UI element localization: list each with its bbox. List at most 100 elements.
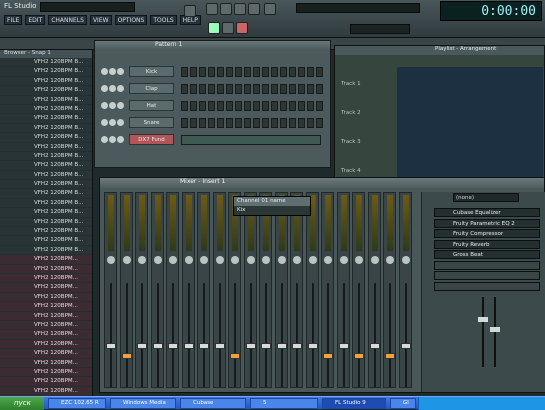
pan-knob[interactable] [293,256,301,264]
pan-knob[interactable] [386,256,394,264]
menu-channels[interactable]: CHANNELS [48,15,87,25]
step-button[interactable] [235,67,242,77]
taskbar-task[interactable]: Gl [390,398,416,409]
taskbar-task[interactable]: Cubase [180,398,246,409]
channel-mute-icon[interactable] [101,119,108,126]
pan-knob[interactable] [339,256,348,264]
step-button[interactable] [190,84,197,94]
piano-roll-preview[interactable] [181,135,321,145]
taskbar-task[interactable]: FL Studio 9 [322,398,386,409]
pan-knob[interactable] [262,256,270,264]
volume-fader[interactable] [230,353,240,359]
pattern-mode-button[interactable] [206,3,218,15]
browser-item[interactable]: VFH2 120BPM... [0,367,92,378]
step-button[interactable] [253,84,260,94]
browser-item[interactable]: VFH2 120BPM... [0,330,92,340]
step-button[interactable] [280,84,287,94]
step-button[interactable] [190,101,197,111]
volume-fader[interactable] [385,353,395,359]
channel-knob[interactable] [117,85,124,92]
channel-button[interactable]: Kick [129,66,174,77]
pan-knob[interactable] [231,256,239,264]
pan-knob[interactable] [200,256,208,264]
step-button[interactable] [316,118,323,128]
browser-item[interactable]: VFH2 120BPM B... [0,180,92,190]
browser-item[interactable]: VFH2 120BPM B... [0,161,92,171]
step-button[interactable] [316,101,323,111]
step-button[interactable] [280,67,287,77]
start-button[interactable]: пуск [0,397,44,410]
volume-fader[interactable] [199,343,209,349]
channel-knob[interactable] [117,68,124,75]
browser-item[interactable]: VFH2 120BPM B... [0,236,92,246]
effect-slot[interactable]: Fruity Compressor [434,229,540,238]
pan-knob[interactable] [153,256,162,264]
volume-fader[interactable] [121,353,132,359]
step-button[interactable] [181,84,188,94]
step-button[interactable] [262,84,269,94]
volume-fader[interactable] [307,343,318,349]
browser-item[interactable]: VFH2 120BPM B... [0,199,92,209]
browser-item[interactable]: VFH2 120BPM... [0,302,92,312]
popup-item-channel-name[interactable]: Channel 01 name [234,197,310,206]
volume-fader[interactable] [292,343,302,349]
channel-knob[interactable] [117,102,124,109]
channel-mute-icon[interactable] [101,102,108,109]
channel-knob[interactable] [117,119,124,126]
browser-item[interactable]: VFH2 120BPM... [0,386,92,397]
step-button[interactable] [298,118,305,128]
browser-item[interactable]: VFH2 120BPM B... [0,171,92,181]
menu-tools[interactable]: TOOLS [150,15,177,25]
send-fader[interactable] [478,317,488,322]
pan-knob[interactable] [215,256,224,264]
browser-item[interactable]: VFH2 120BPM... [0,377,92,387]
step-button[interactable] [271,67,278,77]
browser-item[interactable]: VFH2 120BPM... [0,255,92,265]
volume-fader[interactable] [354,353,364,359]
channel-mute-icon[interactable] [101,136,108,143]
step-button[interactable] [262,118,269,128]
browser-item[interactable]: VFH2 120BPM B... [0,114,92,124]
step-button[interactable] [217,84,224,94]
taskbar-task[interactable]: 5 [250,398,318,409]
pan-knob[interactable] [370,256,379,264]
step-button[interactable] [316,84,323,94]
pan-knob[interactable] [184,256,193,264]
step-button[interactable] [298,84,305,94]
step-button[interactable] [271,118,278,128]
step-button[interactable] [262,101,269,111]
step-button[interactable] [298,67,305,77]
step-button[interactable] [199,67,206,77]
effect-slot[interactable]: Fruity Parametric EQ 2 [434,218,540,228]
pan-knob[interactable] [107,256,115,264]
channel-mute-icon[interactable] [101,68,108,75]
volume-fader[interactable] [338,343,349,349]
pan-knob[interactable] [277,256,286,264]
taskbar-task[interactable]: EZC 102.65 R [48,398,106,409]
effect-slot[interactable] [434,260,540,270]
blend-button[interactable] [264,3,276,15]
browser-item[interactable]: VFH2 120BPM B... [0,227,92,237]
taskbar-task[interactable]: Windows Media [110,398,176,409]
step-button[interactable] [307,101,314,111]
volume-fader[interactable] [137,343,147,349]
step-button[interactable] [289,84,296,94]
pan-knob[interactable] [324,256,332,264]
volume-fader[interactable] [245,343,256,349]
step-button[interactable] [235,118,242,128]
browser-item[interactable]: VFH2 120BPM B... [0,208,92,218]
volume-fader[interactable] [214,343,225,349]
typing-keyboard-button[interactable] [234,3,246,15]
step-button[interactable] [244,101,251,111]
pan-knob[interactable] [122,256,131,264]
browser-item[interactable]: VFH2 120BPM B... [0,246,92,256]
channel-button[interactable]: Snare [129,117,174,128]
step-button[interactable] [208,118,215,128]
step-button[interactable] [190,67,197,77]
step-button[interactable] [253,67,260,77]
channel-knob[interactable] [109,119,116,126]
browser-item[interactable]: VFH2 120BPM B... [0,143,92,152]
step-button[interactable] [199,118,206,128]
volume-fader[interactable] [276,343,287,349]
channel-mute-icon[interactable] [101,85,108,92]
